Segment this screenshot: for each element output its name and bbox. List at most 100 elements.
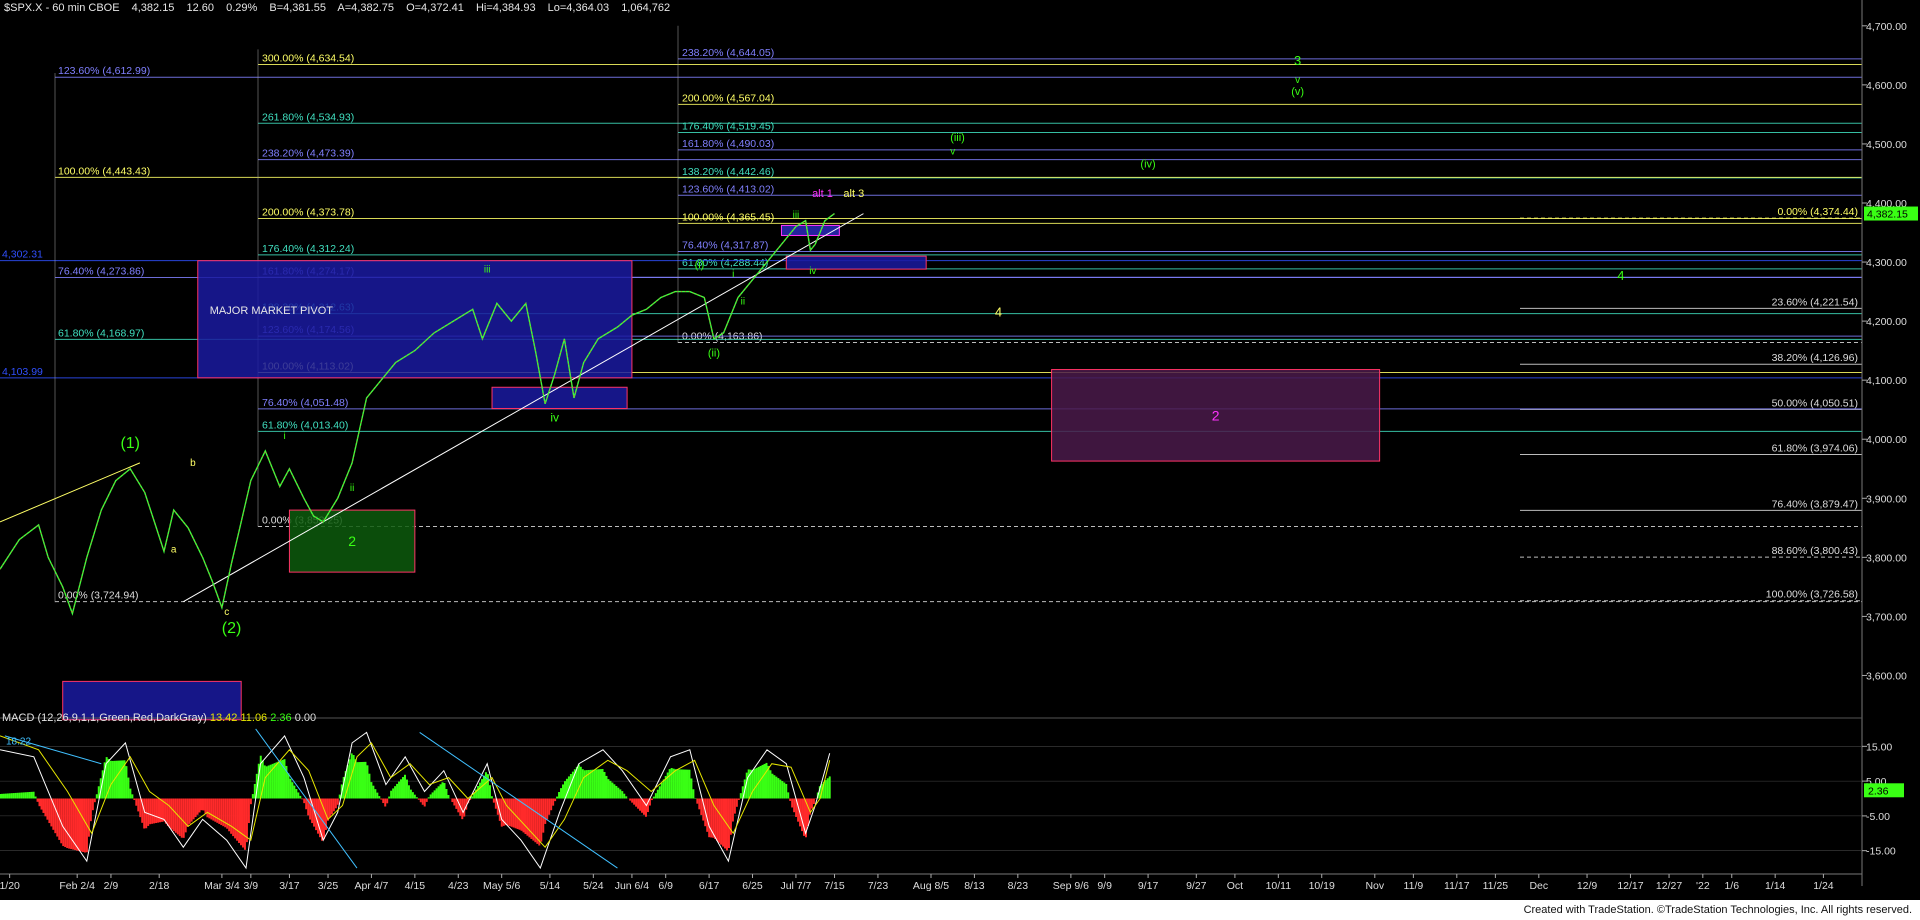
price-tick-label: 4,600.00 (1866, 80, 1907, 92)
time-tick-label: Jul 7/7 (780, 880, 811, 892)
time-tick-label: May 5/6 (483, 880, 521, 892)
wave-label: i (732, 269, 734, 280)
time-tick-label: 12/9 (1577, 880, 1598, 892)
wave-label: alt 3 (843, 188, 864, 200)
time-tick-label: 11/9 (1404, 880, 1424, 892)
time-tick-label: 1/6 (1724, 880, 1739, 892)
low-price: Lo=4,364.03 (547, 2, 610, 14)
wave-label: c (224, 607, 229, 618)
wave-label: 3 (1294, 53, 1301, 68)
wave-label: (ii) (708, 348, 720, 360)
wave-label: iv (809, 266, 816, 277)
wave-label: 4 (995, 304, 1002, 319)
wave-label: (i) (695, 259, 705, 271)
fib-label: 176.40% (4,312.24) (262, 243, 354, 255)
wave-label: (iii) (950, 132, 965, 144)
time-tick-label: Apr 4/7 (355, 880, 389, 892)
chart-header: $SPX.X - 60 min CBOE 4,382.15 12.60 0.29… (4, 2, 679, 14)
fib-label: 76.40% (4,051.48) (262, 397, 348, 409)
fib-label: 176.40% (4,519.45) (682, 120, 774, 132)
price-chart[interactable]: 0.00% (4,374.44) 23.60% (4,221.54) 38.20% … (0, 0, 1920, 920)
fib-label: 138.20% (4,442.46) (682, 166, 774, 178)
time-tick-label: 1/24 (1813, 880, 1834, 892)
time-tick-label: 2/9 (104, 880, 119, 892)
fib-label: 100.00% (3,726.58) (1766, 589, 1858, 601)
wave-label: alt 1 (812, 188, 833, 200)
fib-label: 4,103.99 (2, 366, 43, 378)
wave-label: (v) (1291, 86, 1304, 98)
price-zone (197, 260, 633, 379)
wave-label: a (171, 545, 177, 556)
wave-label: i (283, 431, 285, 442)
fib-label: 0.00% (3,724.94) (58, 590, 139, 602)
time-tick-label: 7/23 (868, 880, 889, 892)
time-tick-label: 1/20 (0, 880, 20, 892)
price-tick-label: 4,000.00 (1866, 434, 1907, 446)
price-tick-label: 4,200.00 (1866, 316, 1907, 328)
time-tick-label: Jun 6/4 (615, 880, 650, 892)
ask-price: A=4,382.75 (337, 2, 394, 14)
symbol-label: $SPX.X - 60 min CBOE (4, 2, 120, 14)
time-tick-label: 1/14 (1765, 880, 1786, 892)
fib-label: 100.00% (4,365.45) (682, 211, 774, 223)
fib-label: 200.00% (4,567.04) (682, 92, 774, 104)
macd-header: MACD (12,26,9,1,1,Green,Red,DarkGray) 13… (2, 712, 316, 724)
wave-label: v (950, 147, 955, 158)
time-tick-label: 6/25 (742, 880, 763, 892)
time-tick-label: 12/17 (1617, 880, 1643, 892)
time-tick-label: 10/11 (1266, 880, 1292, 892)
time-tick-label: 11/25 (1483, 880, 1509, 892)
macd-left-value: 18.22 (6, 737, 31, 748)
price-tick-label: 3,700.00 (1866, 611, 1907, 623)
wave-label: v (1295, 75, 1300, 86)
macd-zero-value: 0.00 (294, 712, 317, 724)
time-tick-label: 12/27 (1656, 880, 1682, 892)
fib-label: 23.60% (4,221.54) (1772, 296, 1858, 308)
fib-label: 300.00% (4,634.54) (262, 52, 354, 64)
time-tick-label: Oct (1227, 880, 1243, 892)
fib-label: 88.60% (3,800.43) (1772, 545, 1858, 557)
time-tick-label: 6/9 (658, 880, 673, 892)
fib-label: 261.80% (4,534.93) (262, 111, 354, 123)
price-tick-label: 3,900.00 (1866, 493, 1907, 505)
time-tick-label: Aug 8/5 (913, 880, 949, 892)
fib-label: 76.40% (4,273.86) (58, 265, 144, 277)
fib-label: 161.80% (4,490.03) (682, 138, 774, 150)
price-tick-label: 4,700.00 (1866, 21, 1907, 33)
volume: 1,064,762 (621, 2, 671, 14)
high-price: Hi=4,384.93 (475, 2, 536, 14)
fib-label: 100.00% (4,443.43) (58, 165, 150, 177)
fib-label: 200.00% (4,373.78) (262, 206, 354, 218)
net-change: 12.60 (186, 2, 215, 14)
wave-label: ii (741, 297, 745, 308)
last-price: 4,382.15 (131, 2, 175, 14)
time-tick-label: Feb 2/4 (59, 880, 95, 892)
fib-label: 38.20% (4,126.96) (1772, 352, 1858, 364)
fib-label: 76.40% (4,317.87) (682, 239, 768, 251)
price-tick-label: 4,500.00 (1866, 139, 1907, 151)
fib-label: 238.20% (4,473.39) (262, 148, 354, 160)
macd-current-marker-label: 2.36 (1868, 785, 1889, 797)
time-tick-label: 5/24 (583, 880, 604, 892)
time-tick-label: 6/17 (699, 880, 720, 892)
macd-hist-value: 2.36 (270, 712, 292, 724)
macd-value: 13.42 (209, 712, 238, 724)
price-tick-label: 4,300.00 (1866, 257, 1907, 269)
wave-label: iii (484, 265, 491, 276)
time-tick-label: 8/13 (964, 880, 985, 892)
time-tick-label: 9/27 (1186, 880, 1207, 892)
time-tick-label: 5/14 (540, 880, 561, 892)
fib-label: 61.80% (3,974.06) (1772, 443, 1858, 455)
price-tick-label: 3,600.00 (1866, 670, 1907, 682)
time-tick-label: 11/17 (1444, 880, 1470, 892)
zone-label: 2 (1212, 407, 1220, 423)
fib-label: 123.60% (4,413.02) (682, 183, 774, 195)
macd-tick-label: -15.00 (1866, 846, 1896, 858)
fib-label: 0.00% (4,374.44) (1777, 206, 1858, 218)
time-tick-label: Mar 3/4 (204, 880, 240, 892)
time-tick-label: 10/19 (1309, 880, 1335, 892)
price-tick-label: 4,100.00 (1866, 375, 1907, 387)
time-tick-label: 7/15 (824, 880, 845, 892)
time-tick-label: 8/23 (1008, 880, 1029, 892)
macd-signal-value: 11.06 (240, 712, 268, 724)
